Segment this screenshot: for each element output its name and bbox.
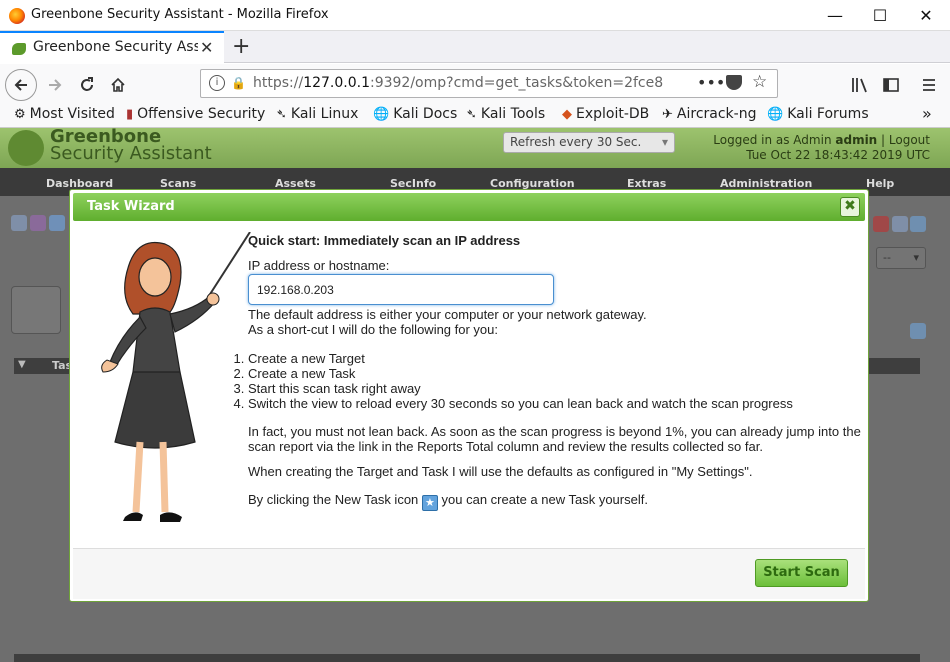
pocket-icon[interactable]: [726, 75, 742, 90]
bookmark-kali-tools[interactable]: ➴ Kali Tools: [466, 106, 545, 122]
filter-select[interactable]: -- ▾: [876, 247, 926, 269]
dialog-header: Task Wizard ✖: [73, 193, 865, 221]
page-actions-button[interactable]: •••: [697, 73, 725, 92]
url-text[interactable]: https://127.0.0.1:9392/omp?cmd=get_tasks…: [253, 75, 663, 91]
login-info: Logged in as Admin admin | Logout Tue Oc…: [690, 133, 930, 163]
list-item: Create a new Target: [248, 351, 793, 366]
globe-icon: 🌐: [373, 107, 390, 122]
bookmark-offensive-security[interactable]: ▮ Offensive Security: [126, 106, 265, 122]
bookmark-most-visited[interactable]: ⚙ Most Visited: [14, 106, 115, 122]
globe-icon: 🌐: [767, 107, 784, 122]
list-item: Switch the view to reload every 30 secon…: [248, 396, 793, 411]
back-button[interactable]: [5, 69, 37, 101]
dialog-title: Task Wizard: [87, 199, 175, 214]
gsa-logo-text: Greenbone Security Assistant: [50, 126, 212, 164]
help-icon[interactable]: [11, 215, 27, 231]
bookmark-kali-docs[interactable]: 🌐 Kali Docs: [373, 106, 457, 122]
start-scan-button[interactable]: Start Scan: [755, 559, 848, 587]
ip-address-input[interactable]: [248, 274, 554, 305]
quick-start-heading: Quick start: Immediately scan an IP addr…: [248, 233, 521, 248]
tab-strip: Greenbone Security Assistant ✕ +: [0, 31, 950, 63]
library-button[interactable]: [845, 70, 875, 100]
edit-wrench-icon[interactable]: [910, 323, 926, 339]
help-icon[interactable]: [892, 216, 908, 232]
close-window-button[interactable]: ✕: [903, 0, 949, 31]
reload-icon: [81, 77, 93, 91]
bookmark-aircrack-ng[interactable]: ✈ Aircrack-ng: [662, 106, 756, 122]
current-datetime: Tue Oct 22 18:43:42 2019 UTC: [746, 148, 930, 162]
username: admin: [835, 133, 878, 147]
forward-arrow-icon: [49, 79, 62, 91]
list-item: Create a new Task: [248, 366, 793, 381]
home-icon: [111, 77, 125, 92]
new-task-text: By clicking the New Task icon ★ you can …: [248, 492, 648, 511]
new-task-star-icon[interactable]: ★: [421, 495, 438, 511]
tab-label: Greenbone Security Assistant: [33, 39, 198, 55]
logout-link[interactable]: Logout: [889, 133, 930, 147]
remove-icon[interactable]: [873, 216, 889, 232]
dialog-footer: Start Scan: [73, 548, 865, 599]
bookmark-kali-forums[interactable]: 🌐 Kali Forums: [767, 106, 869, 122]
maximize-button[interactable]: ☐: [857, 0, 903, 31]
greenbone-logo-icon: [8, 130, 44, 166]
target-task-text: When creating the Target and Task I will…: [248, 464, 753, 479]
bookmark-star-icon[interactable]: ☆: [752, 72, 767, 92]
back-arrow-icon: [14, 79, 27, 91]
refresh-select[interactable]: Refresh every 30 Sec. ▾: [503, 132, 675, 153]
lean-back-text: In fact, you must not lean back. As soon…: [248, 424, 861, 454]
new-task-icon[interactable]: [49, 215, 65, 231]
greenbone-favicon-icon: [12, 43, 26, 55]
bookmark-exploit-db[interactable]: ◆ Exploit-DB: [562, 106, 649, 122]
tab-close-icon[interactable]: ✕: [200, 38, 213, 57]
tasks-icon: [11, 286, 61, 334]
home-button[interactable]: [103, 70, 133, 100]
bookmark-kali-linux[interactable]: ➴ Kali Linux: [276, 106, 358, 122]
collapse-icon[interactable]: ▼: [18, 359, 26, 370]
aircrack-icon: ✈: [662, 107, 673, 122]
wizard-icon[interactable]: [30, 215, 46, 231]
window-title: Greenbone Security Assistant - Mozilla F…: [31, 7, 329, 22]
info-icon[interactable]: i: [209, 75, 225, 91]
bookmarks-overflow-chevron-icon[interactable]: »: [922, 104, 932, 123]
sidebar-icon: [883, 78, 899, 92]
edit-wrench-icon[interactable]: [910, 216, 926, 232]
exploitdb-icon: ◆: [562, 107, 572, 122]
gsa-header: Greenbone Security Assistant Refresh eve…: [0, 128, 950, 168]
forward-button[interactable]: [40, 70, 70, 100]
chevron-down-icon: ▾: [913, 251, 919, 264]
bookmarks-toolbar: ⚙ Most Visited ▮ Offensive Security ➴ Kali …: [0, 103, 950, 128]
kali-icon: ➴: [466, 107, 477, 122]
gear-icon: ⚙: [14, 107, 26, 122]
dialog-close-button[interactable]: ✖: [840, 197, 860, 217]
window-titlebar: Greenbone Security Assistant - Mozilla F…: [0, 0, 950, 31]
firefox-logo-icon: [9, 8, 25, 24]
hamburger-icon: [923, 79, 935, 91]
list-item: Start this scan task right away: [248, 381, 793, 396]
default-address-text: The default address is either your compu…: [248, 307, 647, 337]
chevron-down-icon: ▾: [661, 135, 668, 149]
url-bar[interactable]: i 🔒 https://127.0.0.1:9392/omp?cmd=get_t…: [200, 69, 778, 98]
library-icon: [852, 78, 867, 93]
menu-button[interactable]: [914, 70, 944, 100]
tab-greenbone[interactable]: Greenbone Security Assistant ✕: [0, 31, 224, 63]
task-wizard-dialog: Task Wizard ✖ Quick start: Immediately s…: [69, 189, 869, 602]
insecure-lock-icon[interactable]: 🔒: [231, 76, 246, 90]
nav-toolbar: i 🔒 https://127.0.0.1:9392/omp?cmd=get_t…: [0, 64, 950, 103]
table-footer: [14, 654, 920, 662]
minimize-button[interactable]: —: [812, 0, 858, 31]
wizard-steps-list: Create a new Target Create a new Task St…: [230, 351, 793, 411]
kali-icon: ➴: [276, 107, 287, 122]
offsec-icon: ▮: [126, 107, 134, 122]
new-tab-button[interactable]: +: [232, 34, 250, 59]
menu-help[interactable]: Help: [866, 177, 894, 190]
ip-label: IP address or hostname:: [248, 258, 390, 273]
reload-button[interactable]: [72, 70, 102, 100]
sidebar-button[interactable]: [876, 70, 906, 100]
